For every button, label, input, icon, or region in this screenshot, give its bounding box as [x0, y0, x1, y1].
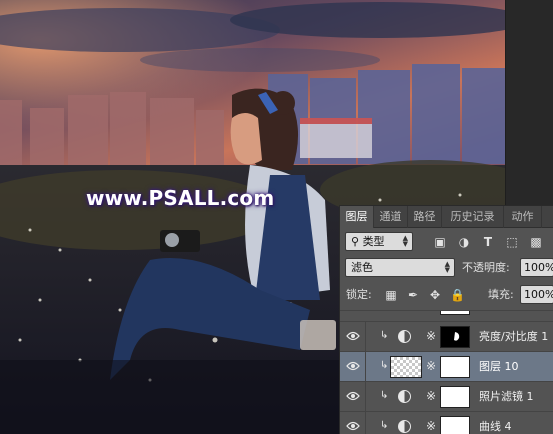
- select-arrows-icon: ▲ ▼: [444, 260, 450, 274]
- lock-row: 锁定: ▦ ✒ ✥ 🔒 填充: 100%: [340, 285, 553, 305]
- column-divider: [365, 412, 366, 434]
- visibility-eye-icon[interactable]: [346, 420, 360, 432]
- select-arrows-icon: ▲ ▼: [402, 234, 408, 248]
- filter-kind-label: 类型: [362, 235, 385, 248]
- layers-panel: 图层 通道 路径 历史记录 动作 ⚲ 类型 ▲ ▼ ▣ ◑ T ⬚ ▩ 滤色 ▲ ▼…: [339, 205, 553, 434]
- layer-thumbnail[interactable]: [390, 356, 422, 378]
- lock-label: 锁定:: [346, 288, 372, 301]
- panel-tab-bar: 图层 通道 路径 历史记录 动作: [340, 206, 553, 228]
- visibility-eye-icon[interactable]: [346, 390, 360, 402]
- adjustment-layer-icon: [398, 330, 411, 343]
- layer-name[interactable]: 照片滤镜 1: [479, 382, 534, 412]
- watermark-text: www.PSALL.com: [86, 186, 275, 210]
- layer-row[interactable]: ↳ ※ 亮度/对比度 1: [340, 321, 553, 352]
- lock-paint-icon[interactable]: ✒: [406, 288, 420, 302]
- layer-row-partial[interactable]: [340, 310, 553, 321]
- lock-all-icon[interactable]: 🔒: [450, 288, 465, 302]
- layer-name[interactable]: 曲线 4: [479, 412, 512, 434]
- column-divider: [365, 352, 366, 382]
- layer-mask-thumbnail[interactable]: [440, 356, 470, 378]
- lock-transparent-icon[interactable]: ▦: [384, 288, 398, 302]
- column-divider: [365, 382, 366, 412]
- tab-actions[interactable]: 动作: [504, 206, 542, 228]
- clipping-arrow-icon: ↳: [380, 420, 389, 431]
- opacity-input[interactable]: 100%: [520, 258, 553, 277]
- layer-name[interactable]: 亮度/对比度 1: [479, 322, 548, 352]
- adjustment-layer-icon: [398, 390, 411, 403]
- mask-shape-icon: [454, 332, 460, 341]
- layer-mask-thumbnail: [440, 311, 470, 315]
- clipping-arrow-icon: ↳: [380, 390, 389, 401]
- visibility-eye-icon[interactable]: [346, 330, 360, 342]
- workspace-background: [505, 0, 553, 205]
- layer-mask-thumbnail[interactable]: [440, 416, 470, 434]
- type-filter-icon[interactable]: T: [481, 235, 495, 249]
- layer-filter-row: ⚲ 类型 ▲ ▼ ▣ ◑ T ⬚ ▩: [340, 232, 553, 252]
- visibility-eye-icon[interactable]: [346, 360, 360, 372]
- layer-row[interactable]: ↳ ※ 曲线 4: [340, 411, 553, 434]
- image-filter-icon[interactable]: ▣: [433, 235, 447, 249]
- clipping-arrow-icon: ↳: [380, 360, 389, 371]
- blend-row: 滤色 ▲ ▼ 不透明度: 100%: [340, 258, 553, 278]
- clipping-arrow-icon: ↳: [380, 330, 389, 341]
- tab-layers[interactable]: 图层: [340, 206, 374, 228]
- link-chain-icon[interactable]: ※: [426, 359, 436, 373]
- adjustment-layer-icon: [398, 420, 411, 433]
- fill-label: 填充:: [488, 288, 514, 301]
- lock-move-icon[interactable]: ✥: [428, 288, 442, 302]
- search-icon: ⚲: [351, 235, 360, 248]
- opacity-label: 不透明度:: [462, 261, 510, 274]
- fill-input[interactable]: 100%: [520, 285, 553, 304]
- column-divider: [365, 322, 366, 352]
- adjustment-filter-icon[interactable]: ◑: [457, 235, 471, 249]
- link-chain-icon[interactable]: ※: [426, 419, 436, 433]
- tab-history[interactable]: 历史记录: [442, 206, 504, 228]
- tab-paths[interactable]: 路径: [408, 206, 442, 228]
- blend-mode-select[interactable]: 滤色 ▲ ▼: [345, 258, 455, 277]
- smart-object-filter-icon[interactable]: ▩: [529, 235, 543, 249]
- link-chain-icon[interactable]: ※: [426, 329, 436, 343]
- link-chain-icon[interactable]: ※: [426, 389, 436, 403]
- layer-row[interactable]: ↳ ※ 照片滤镜 1: [340, 381, 553, 412]
- layer-row-selected[interactable]: ↳ ※ 图层 10: [340, 351, 553, 382]
- layer-mask-thumbnail[interactable]: [440, 386, 470, 408]
- filter-kind-select[interactable]: ⚲ 类型 ▲ ▼: [345, 232, 413, 251]
- blend-mode-value: 滤色: [351, 261, 373, 274]
- layer-name[interactable]: 图层 10: [479, 352, 519, 382]
- tab-channels[interactable]: 通道: [374, 206, 408, 228]
- shape-filter-icon[interactable]: ⬚: [505, 235, 519, 249]
- layer-mask-thumbnail[interactable]: [440, 326, 470, 348]
